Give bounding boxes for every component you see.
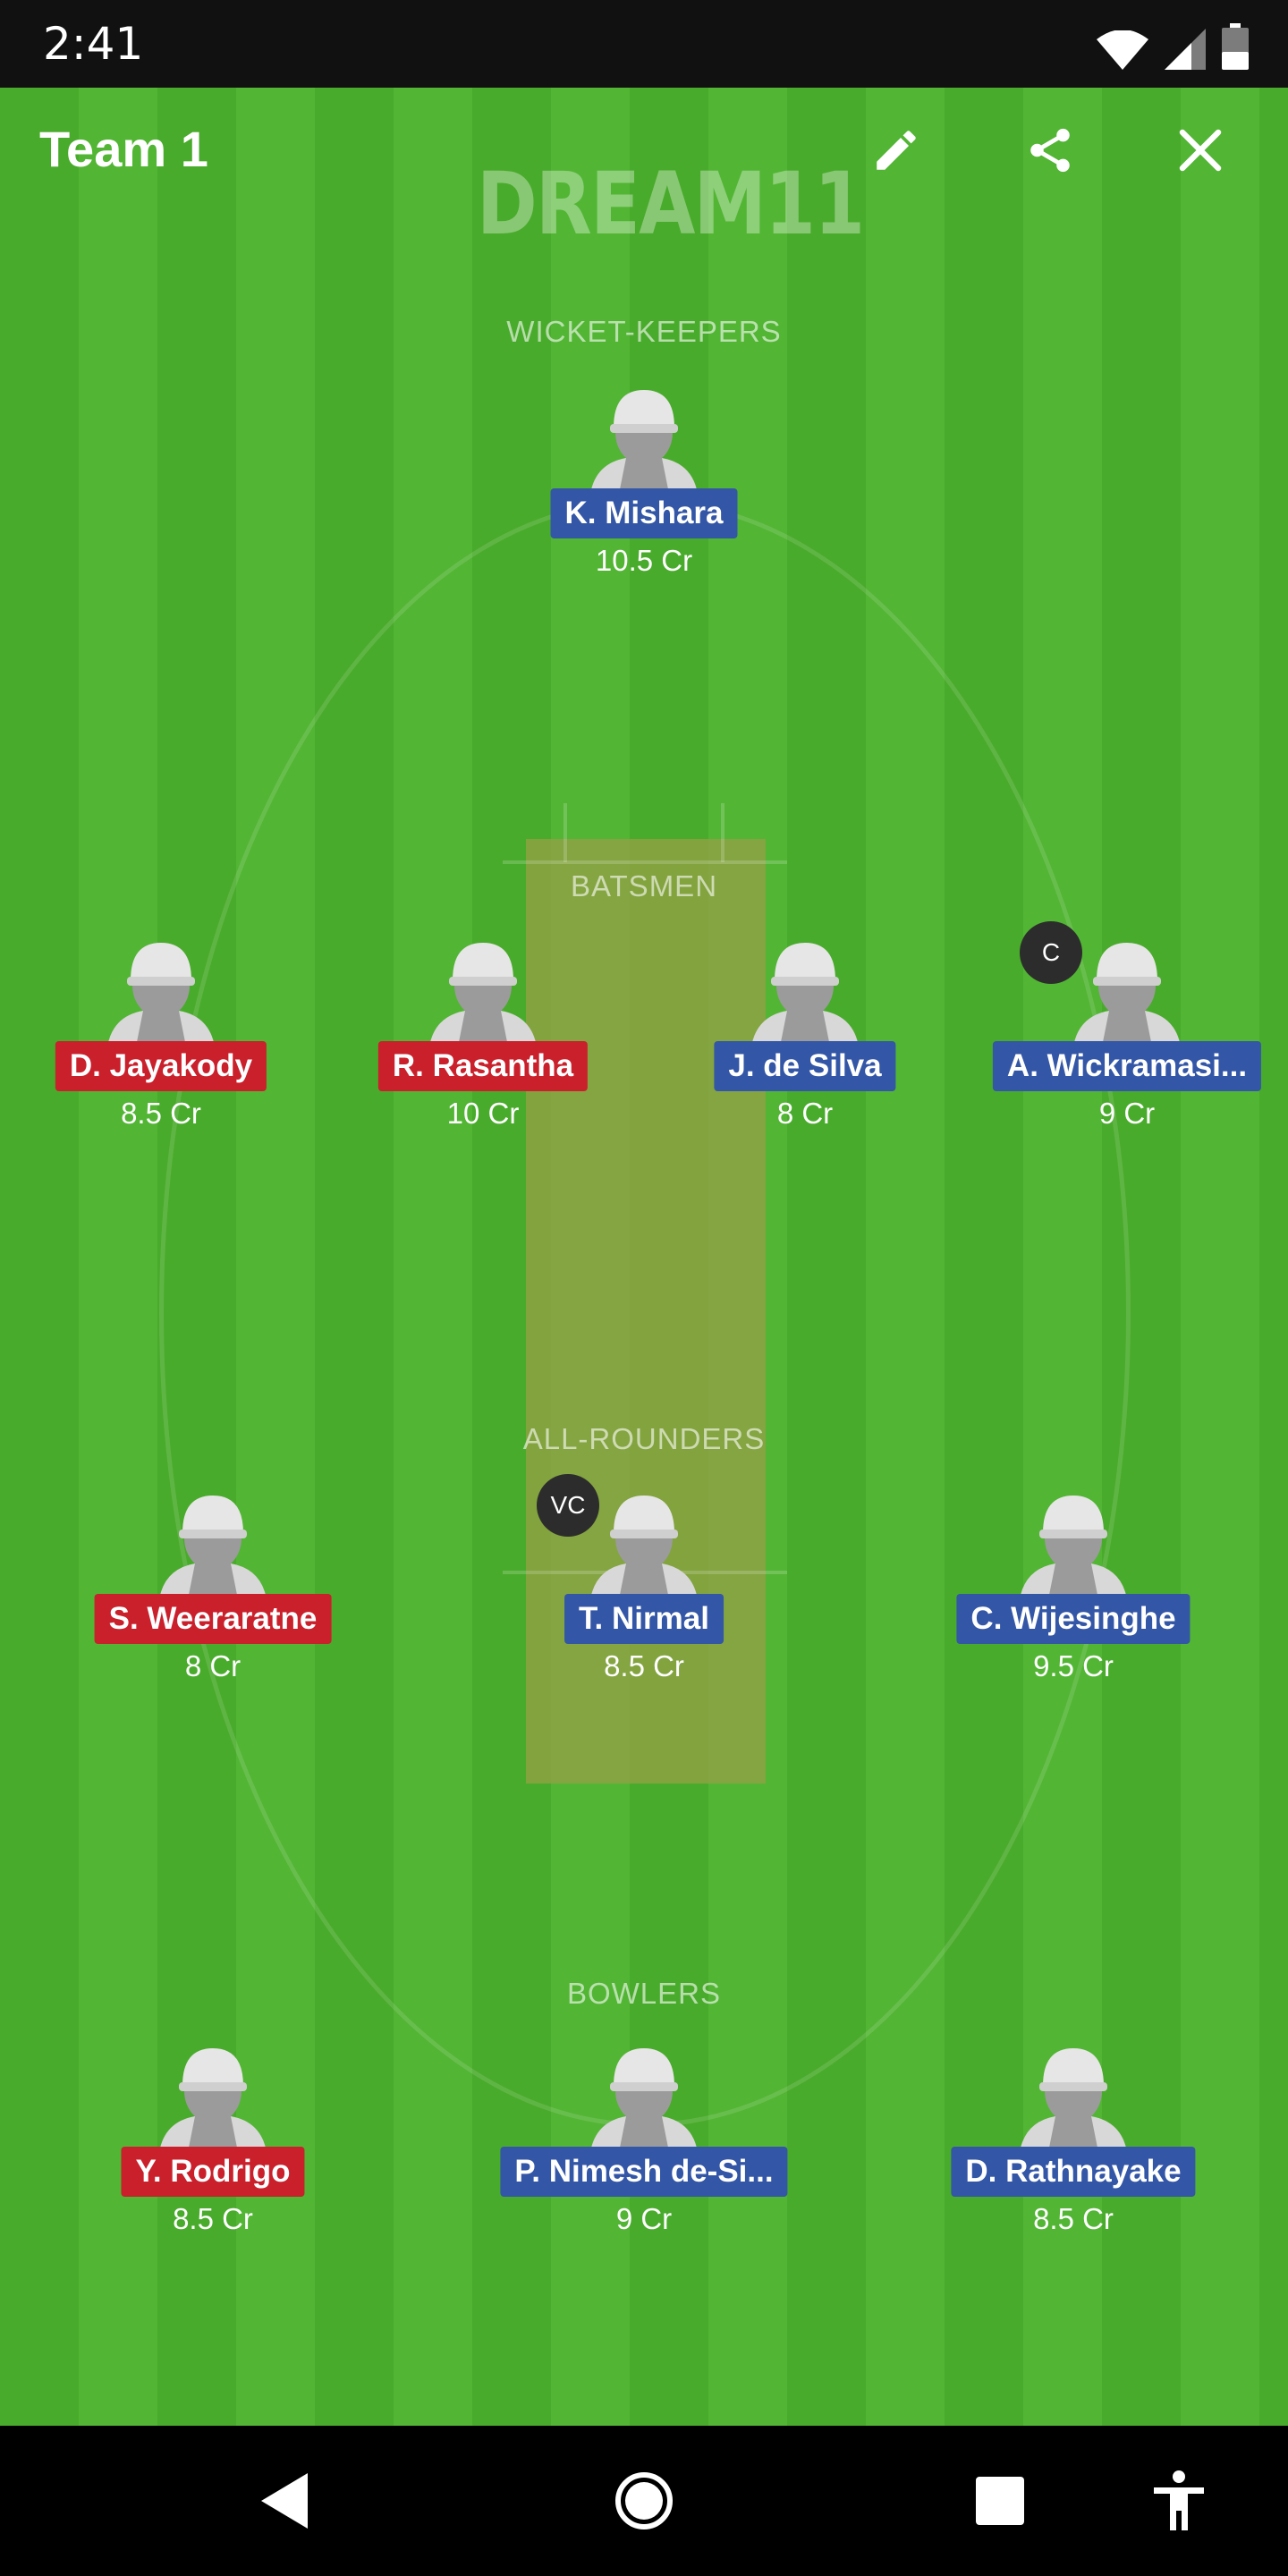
- close-icon: [1179, 129, 1222, 172]
- section-title-batsmen: BATSMEN: [570, 869, 718, 902]
- player-name: D. Rathnayake: [965, 2154, 1182, 2189]
- player-name: D. Jayakody: [69, 1048, 253, 1083]
- section-title-bowlers: BOWLERS: [566, 1977, 722, 2010]
- player-name-tag: A. Wickramasi...: [992, 1041, 1262, 1091]
- signal-icon: [1165, 29, 1206, 70]
- status-icons: [1097, 20, 1249, 70]
- player-avatar-icon: [1020, 2048, 1127, 2152]
- section-title-all-rounders: ALL-ROUNDERS: [522, 1422, 766, 1455]
- battery-icon: [1222, 23, 1249, 70]
- player-credits: 10 Cr: [446, 1097, 520, 1130]
- wifi-icon: [1097, 30, 1148, 70]
- player-credits: 9 Cr: [1098, 1097, 1156, 1130]
- player-credits: 8 Cr: [184, 1649, 242, 1682]
- nav-bar: [0, 2426, 1288, 2576]
- home-button[interactable]: [608, 2465, 680, 2537]
- player-avatar-icon: [1020, 1496, 1127, 1599]
- crease-line: [564, 803, 567, 862]
- player-name-tag: D. Jayakody: [55, 1041, 267, 1091]
- home-icon: [615, 2472, 673, 2529]
- edit-team-button[interactable]: [864, 118, 928, 182]
- player-avatar-icon: [590, 2048, 698, 2152]
- dream11-logo: DREAM11: [477, 154, 865, 254]
- player-credits: 8.5 Cr: [604, 1649, 684, 1682]
- captain-badge: C: [1020, 921, 1082, 984]
- accessibility-icon: [1154, 2470, 1204, 2530]
- edit-icon: [877, 131, 916, 170]
- crease-line: [721, 803, 724, 862]
- player-avatar-icon: [590, 390, 698, 494]
- back-button[interactable]: [249, 2465, 320, 2537]
- player-name: A. Wickramasi...: [1006, 1048, 1248, 1083]
- player-credits: 9.5 Cr: [1033, 1649, 1114, 1682]
- player-name-tag: K. Mishara: [550, 488, 738, 538]
- player-credits: 9 Cr: [615, 2202, 673, 2235]
- status-time: 2:41: [43, 18, 144, 70]
- player-name-tag: Y. Rodrigo: [121, 2147, 305, 2197]
- player-name: K. Mishara: [564, 496, 724, 530]
- player-name-tag: T. Nirmal: [564, 1594, 724, 1644]
- player-credits: 10.5 Cr: [595, 544, 693, 577]
- share-team-button[interactable]: [1018, 118, 1082, 182]
- player-avatar-icon: [159, 2048, 267, 2152]
- player-credits: 8.5 Cr: [121, 1097, 201, 1130]
- player-name-tag: P. Nimesh de-Si...: [500, 2147, 788, 2197]
- player-name: P. Nimesh de-Si...: [514, 2154, 774, 2189]
- player-avatar-icon: [159, 1496, 267, 1599]
- player-avatar-icon: [1073, 943, 1181, 1046]
- player-name-tag: C. Wijesinghe: [956, 1594, 1191, 1644]
- player-avatar-icon: [751, 943, 859, 1046]
- player-avatar-icon: [107, 943, 215, 1046]
- player-avatar-icon: [590, 1496, 698, 1599]
- player-credits: 8.5 Cr: [1033, 2202, 1114, 2235]
- player-name-tag: R. Rasantha: [377, 1041, 589, 1091]
- player-avatar-icon: [429, 943, 537, 1046]
- section-title-wicket-keepers: WICKET-KEEPERS: [506, 315, 782, 348]
- status-bar: 2:41: [0, 0, 1288, 88]
- player-name: T. Nirmal: [579, 1601, 709, 1636]
- player-credits: 8 Cr: [776, 1097, 834, 1130]
- player-name: S. Weeraratne: [108, 1601, 318, 1636]
- player-name: Y. Rodrigo: [135, 2154, 291, 2189]
- player-name-tag: J. de Silva: [714, 1041, 896, 1091]
- close-button[interactable]: [1168, 118, 1233, 182]
- app-root: 2:41 Team 1 DREAM11 WICKET-KEEPERS BATSM…: [0, 0, 1288, 2576]
- vice-captain-badge: VC: [537, 1474, 599, 1537]
- share-icon: [1030, 128, 1070, 173]
- player-name-tag: S. Weeraratne: [94, 1594, 332, 1644]
- player-name: J. de Silva: [728, 1048, 882, 1083]
- crease-line: [503, 860, 787, 864]
- back-icon: [261, 2473, 308, 2529]
- recents-icon: [976, 2477, 1024, 2525]
- accessibility-button[interactable]: [1143, 2465, 1215, 2537]
- player-name: R. Rasantha: [392, 1048, 574, 1083]
- player-credits: 8.5 Cr: [173, 2202, 253, 2235]
- player-name: C. Wijesinghe: [970, 1601, 1176, 1636]
- player-name-tag: D. Rathnayake: [951, 2147, 1196, 2197]
- recents-button[interactable]: [964, 2465, 1036, 2537]
- team-title: Team 1: [39, 121, 208, 177]
